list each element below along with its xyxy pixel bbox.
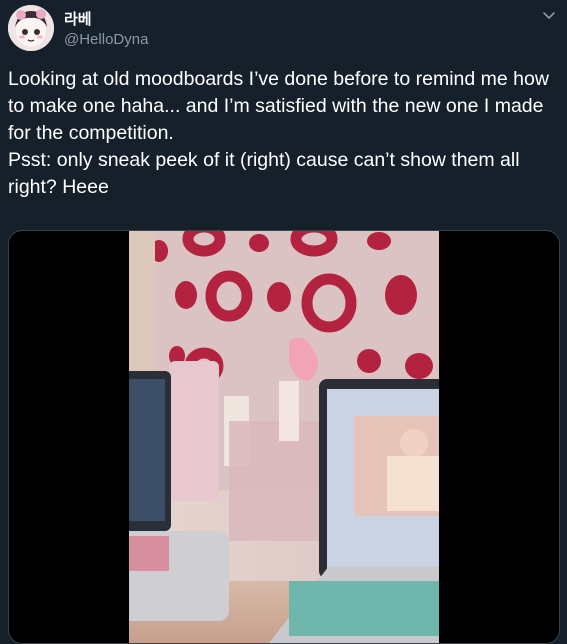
author-names: 라베 @HelloDyna (64, 10, 148, 50)
tweet-text: Looking at old moodboards I’ve done befo… (8, 68, 549, 198)
video-player[interactable] (8, 230, 560, 644)
chevron-down-icon[interactable] (541, 7, 557, 23)
user-handle[interactable]: @HelloDyna (64, 30, 148, 50)
avatar[interactable] (8, 5, 54, 51)
tweet-header: 라베 @HelloDyna (8, 5, 559, 51)
display-name[interactable]: 라베 (64, 10, 148, 30)
video-still (129, 231, 439, 643)
video-frame (129, 231, 439, 643)
avatar-illustration (8, 5, 54, 51)
chevron-down-glyph (543, 12, 555, 19)
